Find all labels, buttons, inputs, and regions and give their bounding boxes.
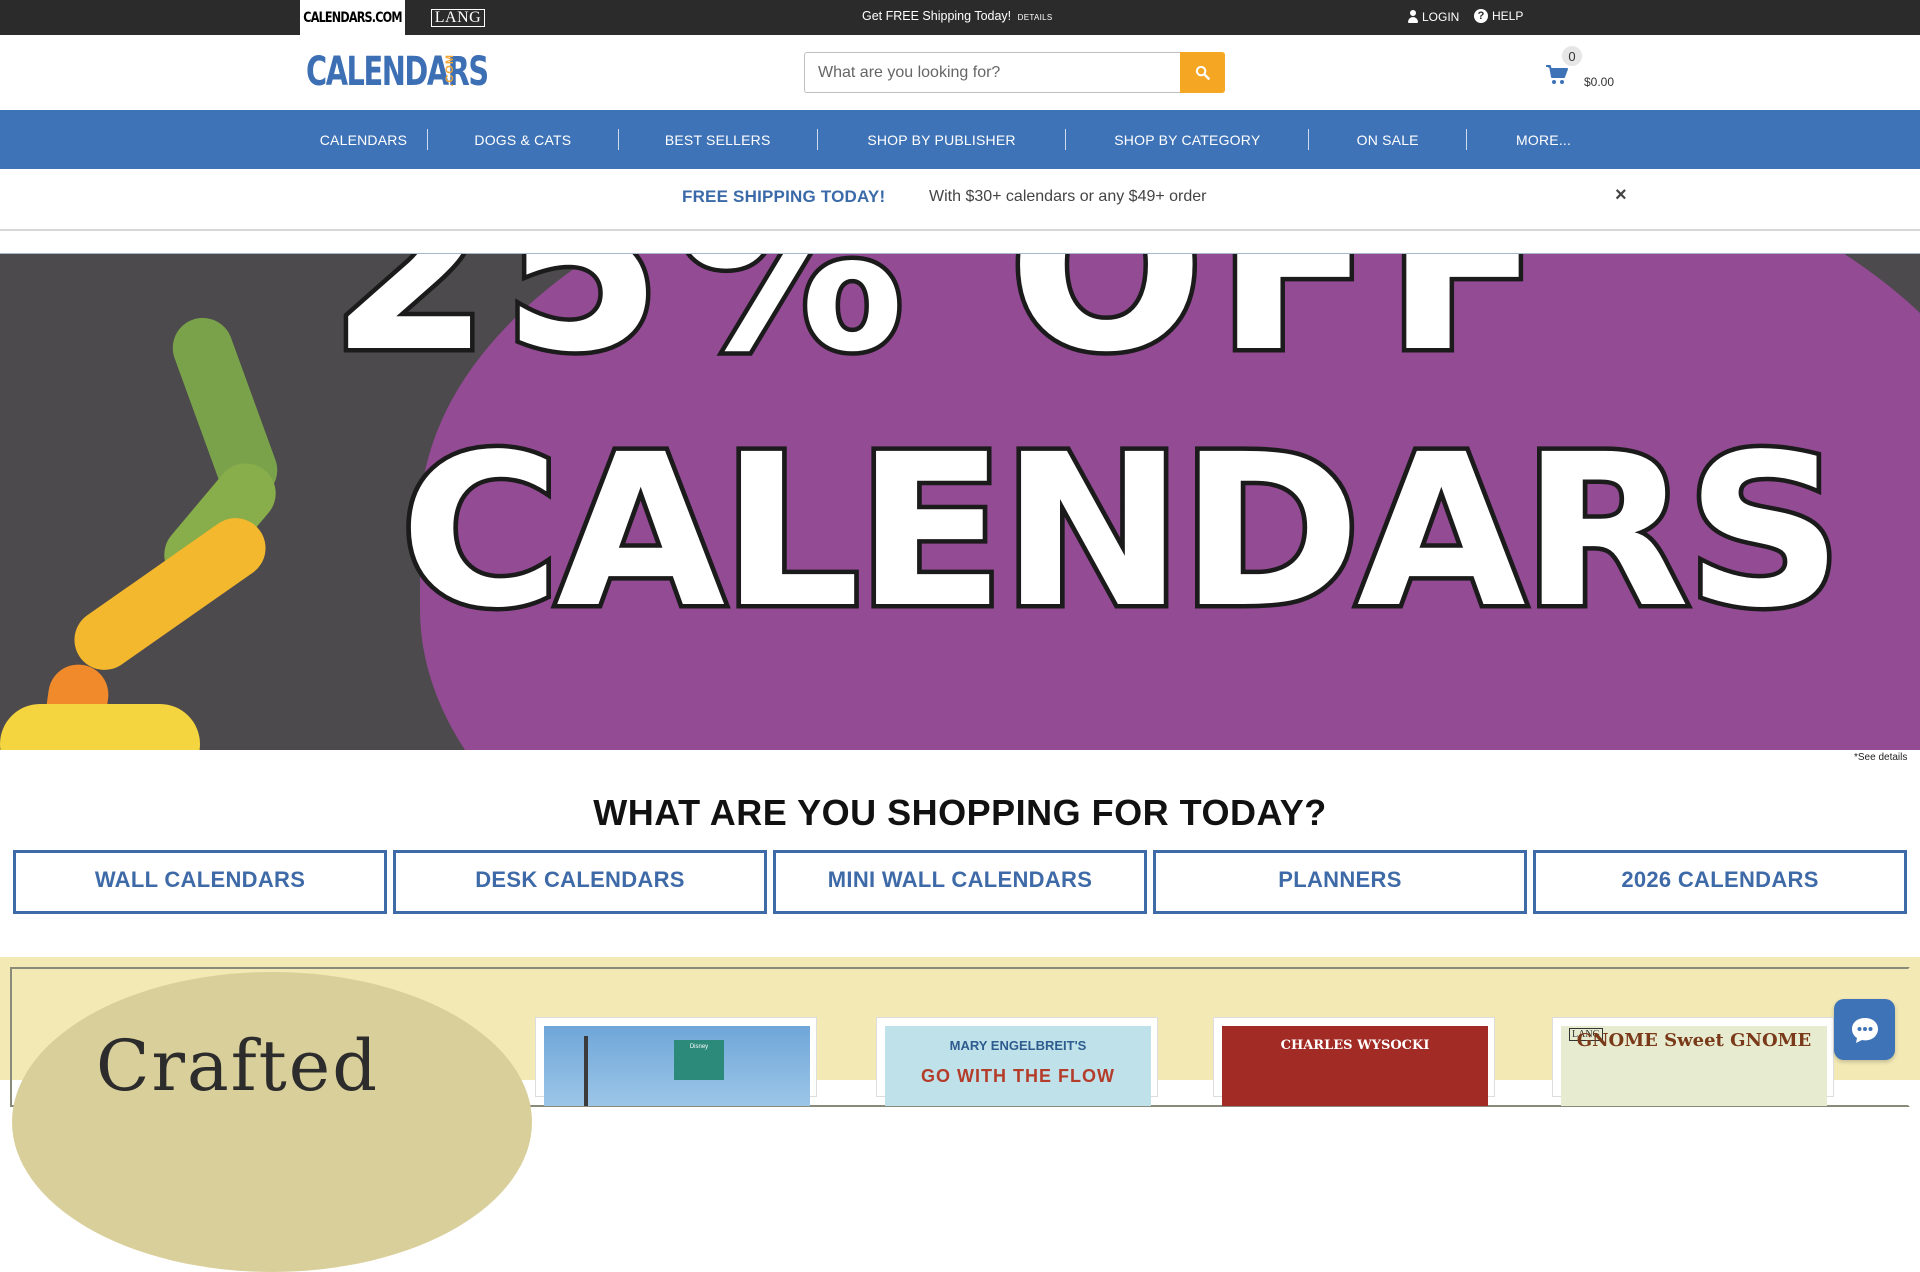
see-details-link[interactable]: *See details — [1854, 752, 1907, 763]
product-label: Disney — [689, 1044, 709, 1050]
site-header: CALENDARS .COM 0 $0.00 — [0, 35, 1920, 110]
product-card[interactable]: MARY ENGELBREIT'S GO WITH THE FLOW — [876, 1017, 1158, 1106]
chat-icon — [1851, 1017, 1878, 1043]
nav-item-dogs-cats[interactable]: DOGS & CATS — [428, 132, 618, 148]
category-wall-calendars-button[interactable]: WALL CALENDARS — [13, 850, 387, 914]
login-link[interactable]: LOGIN — [1407, 10, 1459, 24]
product-badge: Disney — [674, 1040, 724, 1080]
close-icon[interactable]: × — [1615, 184, 1627, 207]
search-button[interactable] — [1180, 52, 1225, 93]
crafted-title: Crafted — [96, 1025, 380, 1107]
site-tab-lang[interactable]: LANG — [425, 0, 491, 35]
nav-item-on-sale[interactable]: ON SALE — [1309, 132, 1466, 148]
product-label: CHARLES WYSOCKI — [1280, 1038, 1430, 1053]
site-tab-lang-label: LANG — [430, 8, 486, 27]
product-label: GNOME Sweet GNOME — [1576, 1030, 1812, 1051]
help-label: HELP — [1492, 9, 1524, 23]
hero-banner[interactable]: 25% OFF CALENDARS — [0, 253, 1920, 750]
nav-item-shop-by-category[interactable]: SHOP BY CATEGORY — [1066, 132, 1308, 148]
nav-item-more[interactable]: MORE... — [1467, 132, 1620, 148]
promo-headline: FREE SHIPPING TODAY! — [682, 187, 886, 206]
search-icon — [1195, 65, 1210, 80]
cart-icon — [1546, 65, 1568, 84]
cart-count-badge: 0 — [1562, 46, 1582, 66]
logo-wordmark: CALENDARS — [306, 49, 489, 95]
main-nav: CALENDARS DOGS & CATS BEST SELLERS SHOP … — [0, 110, 1920, 169]
shopping-heading: WHAT ARE YOU SHOPPING FOR TODAY? — [593, 792, 1327, 833]
product-sublabel: GO WITH THE FLOW — [921, 1066, 1115, 1086]
decorative-shape — [62, 506, 278, 682]
nav-item-shop-by-publisher[interactable]: SHOP BY PUBLISHER — [818, 132, 1066, 148]
promo-subtext: With $30+ calendars or any $49+ order — [929, 188, 1207, 205]
decorative-shape — [0, 704, 200, 750]
search-input[interactable] — [804, 52, 1181, 93]
logo-suffix: .COM — [444, 54, 456, 87]
product-card[interactable]: Disney — [535, 1017, 817, 1106]
site-tab-calendars-label: CALENDARS.COM — [303, 9, 402, 26]
hero-discount-text: 25% OFF — [325, 253, 1555, 408]
chat-button[interactable] — [1834, 999, 1895, 1060]
login-label: LOGIN — [1422, 10, 1460, 24]
help-link[interactable]: ? HELP — [1474, 9, 1523, 23]
product-card[interactable]: CHARLES WYSOCKI — [1213, 1017, 1495, 1106]
product-image: CHARLES WYSOCKI — [1222, 1026, 1488, 1106]
shipping-message: Get FREE Shipping Today! DETAILS — [862, 9, 1053, 23]
lamp-post-graphic — [584, 1036, 588, 1106]
product-image: LANG GNOME Sweet GNOME — [1561, 1026, 1827, 1106]
hero-calendars-text: CALENDARS — [395, 405, 1847, 659]
shipping-details-link[interactable]: DETAILS — [1018, 13, 1053, 22]
site-tab-calendars[interactable]: CALENDARS.COM — [300, 0, 405, 35]
category-planners-button[interactable]: PLANNERS — [1153, 850, 1527, 914]
shipping-text: Get FREE Shipping Today! — [862, 9, 1012, 23]
category-buttons: WALL CALENDARS DESK CALENDARS MINI WALL … — [13, 850, 1907, 914]
user-icon — [1407, 10, 1418, 24]
site-logo[interactable]: CALENDARS .COM — [306, 52, 558, 92]
nav-item-calendars[interactable]: CALENDARS — [300, 132, 427, 148]
crafted-circle — [12, 972, 532, 1272]
cart-total: $0.00 — [1584, 75, 1615, 89]
product-image: Disney — [544, 1026, 810, 1106]
product-label: MARY ENGELBREIT'S — [949, 1038, 1087, 1053]
category-2026-calendars-button[interactable]: 2026 CALENDARS — [1533, 850, 1907, 914]
product-image: MARY ENGELBREIT'S GO WITH THE FLOW — [885, 1026, 1151, 1106]
free-shipping-banner: FREE SHIPPING TODAY! With $30+ calendars… — [0, 169, 1920, 231]
category-desk-calendars-button[interactable]: DESK CALENDARS — [393, 850, 767, 914]
nav-item-best-sellers[interactable]: BEST SELLERS — [619, 132, 817, 148]
cart[interactable]: 0 $0.00 — [1546, 45, 1646, 95]
help-icon: ? — [1474, 9, 1488, 23]
product-card[interactable]: LANG GNOME Sweet GNOME — [1552, 1017, 1834, 1106]
utility-bar: CALENDARS.COM LANG Get FREE Shipping Tod… — [0, 0, 1920, 35]
crafted-section: Crafted Disney MARY ENGELBREIT'S GO WITH… — [0, 957, 1920, 1272]
category-mini-wall-calendars-button[interactable]: MINI WALL CALENDARS — [773, 850, 1147, 914]
search-bar — [804, 52, 1225, 93]
